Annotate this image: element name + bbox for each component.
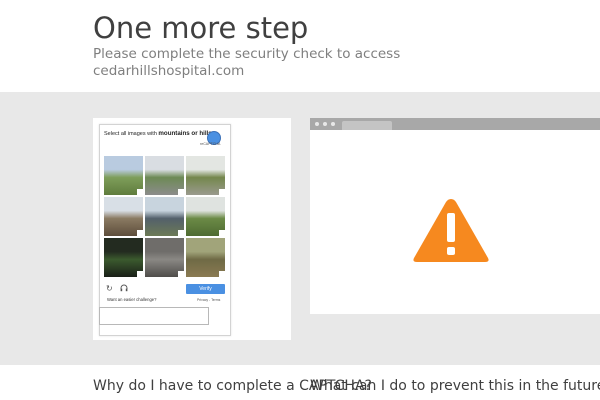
tile-checkbox[interactable] <box>137 189 143 195</box>
page-subtitle: Please complete the security check to ac… <box>93 46 401 79</box>
browser-viewport <box>310 140 600 314</box>
tile-checkbox[interactable] <box>219 230 225 236</box>
prevention-faq-heading: What can I do to prevent this in the fut… <box>310 378 600 394</box>
prompt-prefix: Select all images with <box>104 131 159 137</box>
captcha-tile[interactable] <box>186 197 225 236</box>
challenge-prompt: Select all images with mountains or hill… <box>104 130 216 139</box>
captcha-tile[interactable] <box>104 156 143 195</box>
headphones-icon[interactable] <box>120 284 128 294</box>
tile-checkbox[interactable] <box>219 189 225 195</box>
image-grid <box>104 156 225 277</box>
captcha-tile[interactable] <box>186 238 225 277</box>
challenge-footer: ↻ Verify Want an easier challenge? Priva… <box>104 284 225 306</box>
browser-toolbar <box>310 118 600 130</box>
captcha-tile[interactable] <box>145 156 184 195</box>
captcha-tile[interactable] <box>186 156 225 195</box>
tile-checkbox[interactable] <box>137 230 143 236</box>
page-title: One more step <box>93 11 309 45</box>
tile-checkbox[interactable] <box>178 230 184 236</box>
tile-checkbox[interactable] <box>178 271 184 277</box>
browser-illustration <box>310 118 600 314</box>
browser-dot <box>323 122 327 126</box>
verify-button[interactable]: Verify <box>186 284 225 294</box>
recaptcha-logo-label: reCAPTCHA <box>200 142 221 146</box>
captcha-tile[interactable] <box>145 197 184 236</box>
header: One more step Please complete the securi… <box>0 0 600 92</box>
tile-checkbox[interactable] <box>137 271 143 277</box>
captcha-response-input[interactable] <box>99 307 209 325</box>
tile-checkbox[interactable] <box>178 189 184 195</box>
prompt-target: mountains or hills <box>158 130 212 137</box>
privacy-terms-link[interactable]: Privacy - Terms <box>197 298 220 302</box>
browser-dot <box>315 122 319 126</box>
browser-dot <box>331 122 335 126</box>
browser-tab <box>342 121 392 130</box>
captcha-tile[interactable] <box>145 238 184 277</box>
tile-checkbox[interactable] <box>219 271 225 277</box>
captcha-tile[interactable] <box>104 197 143 236</box>
captcha-tile[interactable] <box>104 238 143 277</box>
easier-challenge-link[interactable]: Want an easier challenge? <box>107 297 156 302</box>
warning-icon <box>413 199 489 262</box>
recaptcha-challenge: Select all images with mountains or hill… <box>99 124 231 336</box>
reload-icon[interactable]: ↻ <box>106 284 113 293</box>
